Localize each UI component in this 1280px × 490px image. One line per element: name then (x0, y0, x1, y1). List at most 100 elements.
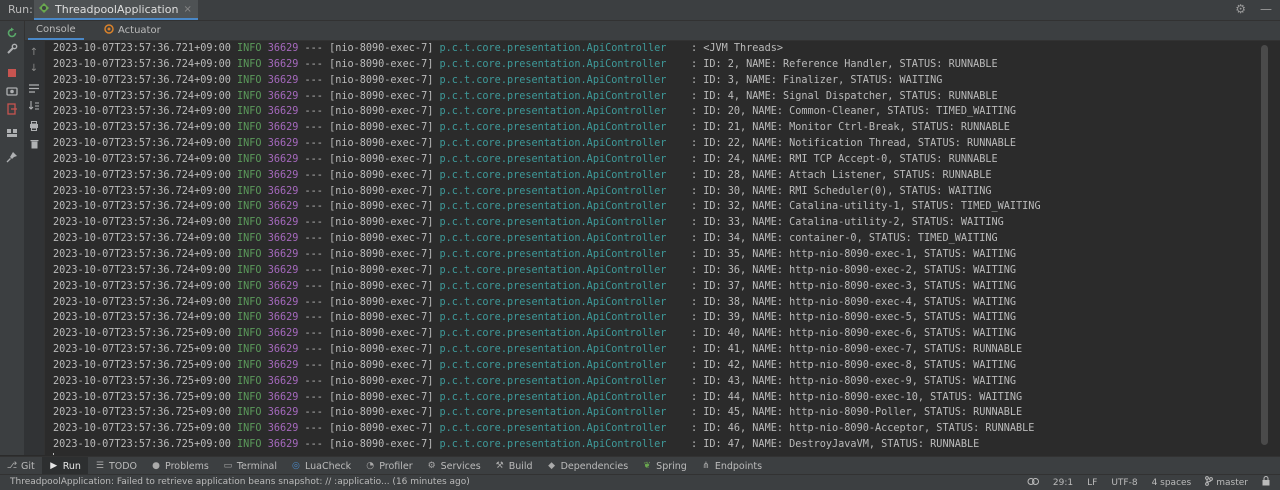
log-logger: p.c.t.core.presentation.ApiController (439, 185, 667, 197)
log-level: INFO (237, 359, 262, 371)
rerun-icon[interactable] (4, 25, 20, 41)
stop-icon[interactable] (4, 65, 20, 81)
log-message: : ID: 32, NAME: Catalina-utility-1, STAT… (690, 201, 1041, 213)
branch-name: master (1216, 477, 1248, 488)
log-message: : ID: 39, NAME: http-nio-8090-exec-5, ST… (690, 312, 1017, 324)
log-logger: p.c.t.core.presentation.ApiController (439, 423, 667, 435)
scroll-to-end-icon[interactable] (26, 99, 42, 113)
status-message[interactable]: ThreadpoolApplication: Failed to retriev… (10, 477, 470, 487)
log-level: INFO (237, 375, 262, 387)
console-gutter: ↑ ↓ (24, 41, 45, 455)
log-pid: 36629 (267, 312, 299, 324)
log-separator: --- (304, 169, 323, 181)
tab-actuator[interactable]: Actuator (96, 21, 169, 40)
wrench-icon[interactable] (4, 41, 20, 57)
log-timestamp: 2023-10-07T23:57:36.724+09:00 (53, 201, 231, 213)
log-separator: --- (304, 90, 323, 102)
log-logger: p.c.t.core.presentation.ApiController (439, 407, 667, 419)
toolwindow-services[interactable]: ⚙ Services (420, 457, 488, 475)
soft-wrap-icon[interactable] (26, 81, 42, 95)
log-pid: 36629 (267, 43, 299, 54)
log-level: INFO (237, 43, 262, 54)
log-message: : ID: 45, NAME: http-nio-8090-Poller, ST… (690, 407, 1023, 419)
log-logger: p.c.t.core.presentation.ApiController (439, 248, 667, 260)
log-message: : ID: 44, NAME: http-nio-8090-exec-10, S… (690, 391, 1023, 403)
log-line: 2023-10-07T23:57:36.725+09:00 INFO 36629… (53, 405, 1041, 421)
exit-icon[interactable] (4, 101, 20, 117)
toolwindow-todo[interactable]: ☰ TODO (88, 457, 144, 475)
log-line: 2023-10-07T23:57:36.724+09:00 INFO 36629… (53, 104, 1041, 120)
log-line: 2023-10-07T23:57:36.724+09:00 INFO 36629… (53, 184, 1041, 200)
scrollbar-thumb[interactable] (1261, 45, 1268, 445)
log-line: 2023-10-07T23:57:36.724+09:00 INFO 36629… (53, 247, 1041, 263)
pin-icon[interactable] (4, 149, 20, 165)
log-message: : ID: 35, NAME: http-nio-8090-exec-1, ST… (690, 248, 1017, 260)
log-thread: [nio-8090-exec-7] (329, 233, 434, 245)
tab-console[interactable]: Console (28, 21, 84, 40)
trash-icon[interactable] (26, 137, 42, 151)
toolwindow-run[interactable]: ▶ Run (41, 457, 88, 475)
log-logger: p.c.t.core.presentation.ApiController (439, 280, 667, 292)
log-separator: --- (304, 106, 323, 118)
arrow-up-icon[interactable]: ↑ (26, 45, 42, 59)
run-tab-threadpool[interactable]: ThreadpoolApplication × (34, 0, 198, 20)
git-icon: ⎇ (6, 461, 18, 471)
run-toolbar: Run: ThreadpoolApplication × ⚙ — (0, 0, 1280, 21)
toolwindow-luacheck[interactable]: ◎ LuaCheck (284, 457, 358, 475)
spring-boot-icon (38, 2, 50, 17)
log-timestamp: 2023-10-07T23:57:36.724+09:00 (53, 296, 231, 308)
toolwindow-label: Git (21, 460, 35, 472)
log-line: 2023-10-07T23:57:36.724+09:00 INFO 36629… (53, 89, 1041, 105)
layout-icon[interactable] (4, 125, 20, 141)
toolwindow-terminal[interactable]: ▭ Terminal (216, 457, 284, 475)
log-level: INFO (237, 264, 262, 276)
toolwindow-label: TODO (108, 460, 138, 472)
log-message: : <JVM Threads> (690, 43, 783, 54)
log-timestamp: 2023-10-07T23:57:36.724+09:00 (53, 106, 231, 118)
log-separator: --- (304, 280, 323, 292)
log-separator: --- (304, 391, 323, 403)
log-line: 2023-10-07T23:57:36.724+09:00 INFO 36629… (53, 263, 1041, 279)
log-message: : ID: 30, NAME: RMI Scheduler(0), STATUS… (690, 185, 992, 197)
log-thread: [nio-8090-exec-7] (329, 280, 434, 292)
toolwindow-git[interactable]: ⎇ Git (0, 457, 42, 475)
log-logger: p.c.t.core.presentation.ApiController (439, 58, 667, 70)
log-separator: --- (304, 407, 323, 419)
toolwindow-dependencies[interactable]: ◆ Dependencies (540, 457, 636, 475)
log-thread: [nio-8090-exec-7] (329, 407, 434, 419)
log-pid: 36629 (267, 201, 299, 213)
inspection-icon[interactable] (1027, 477, 1039, 489)
log-line: 2023-10-07T23:57:36.724+09:00 INFO 36629… (53, 57, 1041, 73)
toolwindow-spring[interactable]: ❦ Spring (635, 457, 694, 475)
log-timestamp: 2023-10-07T23:57:36.724+09:00 (53, 138, 231, 150)
log-line: 2023-10-07T23:57:36.724+09:00 INFO 36629… (53, 73, 1041, 89)
camera-icon[interactable] (4, 83, 20, 99)
indent-setting[interactable]: 4 spaces (1152, 478, 1192, 488)
toolwindow-profiler[interactable]: ◔ Profiler (358, 457, 419, 475)
log-separator: --- (304, 296, 323, 308)
log-timestamp: 2023-10-07T23:57:36.724+09:00 (53, 217, 231, 229)
cursor-position[interactable]: 29:1 (1053, 478, 1073, 488)
arrow-down-icon[interactable]: ↓ (26, 61, 42, 75)
minimize-icon[interactable]: — (1260, 2, 1272, 16)
run-actions-strip (0, 21, 25, 455)
close-icon[interactable]: × (183, 4, 191, 15)
log-separator: --- (304, 423, 323, 435)
endpoints-icon: ⋔ (702, 461, 710, 471)
file-encoding[interactable]: UTF-8 (1111, 478, 1137, 488)
vcs-branch[interactable]: master (1205, 476, 1248, 489)
log-line: 2023-10-07T23:57:36.725+09:00 INFO 36629… (53, 326, 1041, 342)
print-icon[interactable] (26, 119, 42, 133)
toolwindow-build[interactable]: ⚒ Build (488, 457, 540, 475)
console-scrollbar[interactable] (1250, 41, 1280, 455)
toolwindow-endpoints[interactable]: ⋔ Endpoints (694, 457, 769, 475)
toolwindow-problems[interactable]: ● Problems (144, 457, 216, 475)
line-separator[interactable]: LF (1087, 478, 1097, 488)
log-line: 2023-10-07T23:57:36.725+09:00 INFO 36629… (53, 374, 1041, 390)
lock-icon[interactable] (1262, 476, 1270, 489)
toolwindow-label: Services (440, 460, 481, 472)
log-timestamp: 2023-10-07T23:57:36.724+09:00 (53, 264, 231, 276)
toolwindow-label: Problems (165, 460, 209, 472)
gear-icon[interactable]: ⚙ (1235, 2, 1246, 16)
console-output[interactable]: 2023-10-07T23:57:36.721+09:00 INFO 36629… (45, 41, 1250, 455)
